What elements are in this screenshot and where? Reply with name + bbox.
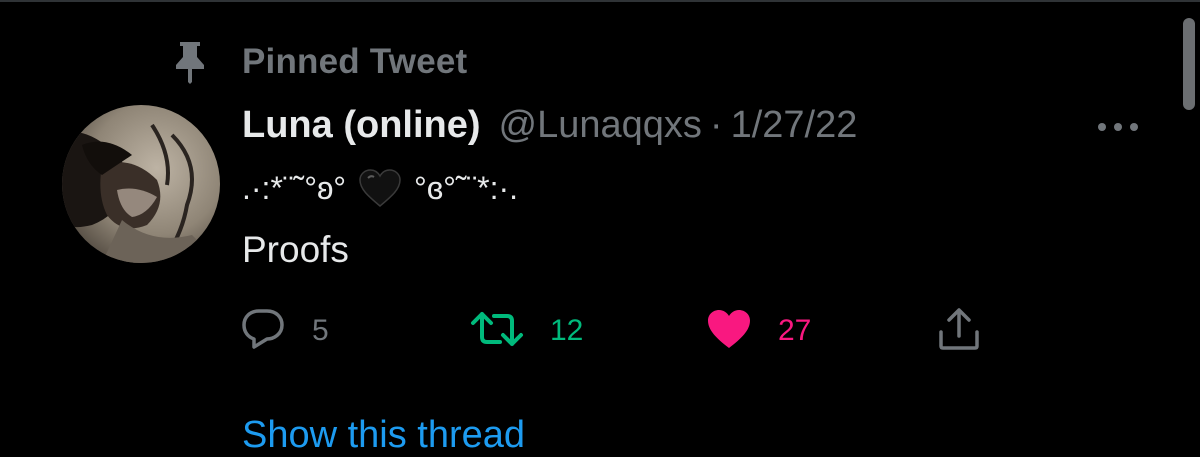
retweet-count: 12 [550, 314, 584, 347]
heart-icon [706, 308, 752, 355]
pinned-label: Pinned Tweet [242, 42, 468, 81]
user-handle[interactable]: @Lunaqqxs [499, 104, 702, 147]
retweet-button[interactable]: 12 [470, 307, 583, 355]
tweet-decoration: .·:*¨˜°ʚ° °ɞ°˜¨*:·. [242, 158, 518, 218]
more-dots-icon[interactable] [1092, 112, 1144, 142]
decoration-right: °ɞ°˜¨*:·. [414, 169, 519, 206]
display-name[interactable]: Luna (online) [242, 104, 481, 147]
retweet-icon [470, 309, 524, 354]
reply-button[interactable]: 5 [240, 307, 329, 355]
decoration-left: .·:*¨˜°ʚ° [242, 169, 347, 206]
like-button[interactable]: 27 [706, 307, 811, 355]
avatar[interactable] [62, 105, 220, 263]
pin-icon [168, 40, 212, 84]
tweet-text: Proofs [242, 229, 349, 270]
black-heart-icon [356, 164, 404, 212]
like-count: 27 [778, 314, 812, 347]
pinned-tweet-header: Pinned Tweet [168, 40, 467, 84]
reply-icon [240, 307, 286, 356]
show-thread-link[interactable]: Show this thread [242, 414, 525, 457]
tweet-date[interactable]: 1/27/22 [731, 104, 858, 147]
scrollbar[interactable] [1183, 18, 1195, 110]
separator-dot: · [709, 104, 723, 146]
share-button[interactable] [936, 307, 982, 355]
reply-count: 5 [312, 314, 329, 347]
top-divider [0, 0, 1200, 2]
share-icon [936, 306, 982, 357]
tweet-header: Luna (online) @Lunaqqxs · 1/27/22 [242, 104, 857, 154]
